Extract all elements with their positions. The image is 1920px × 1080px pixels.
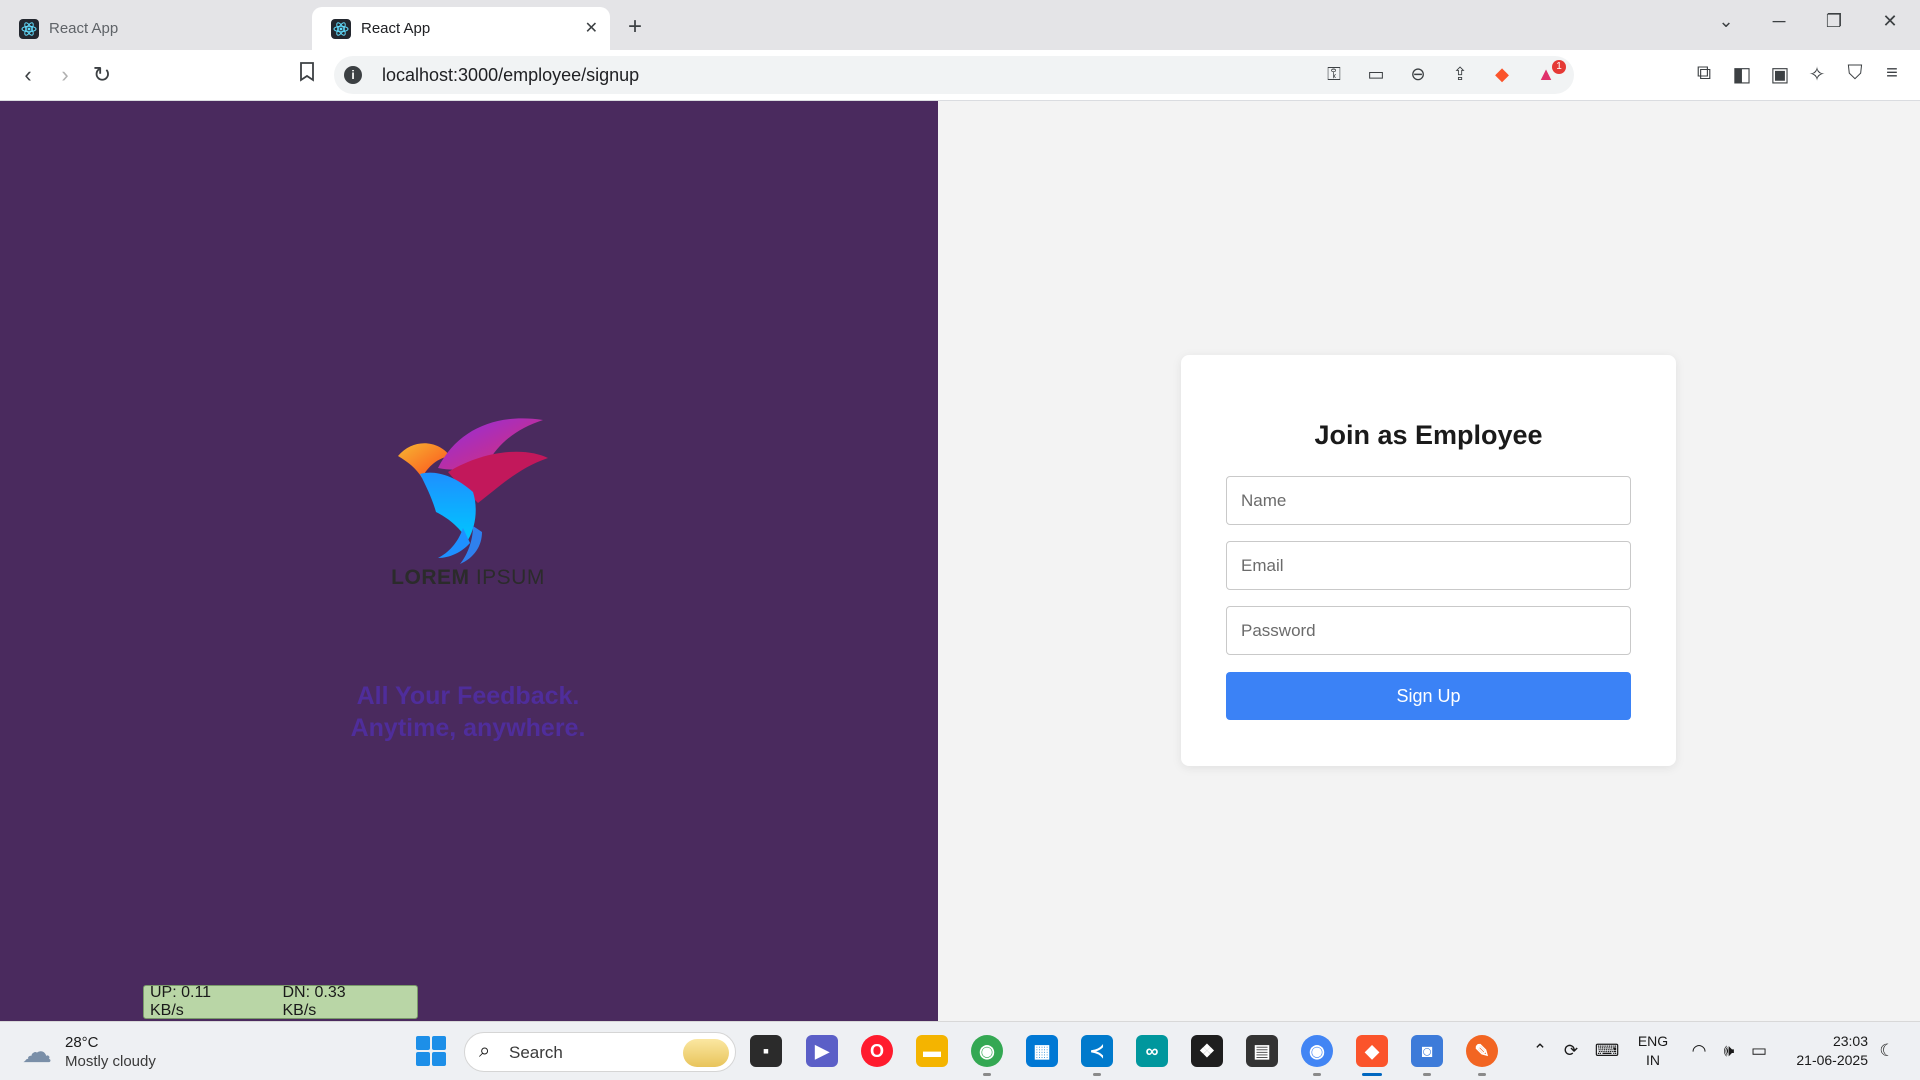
taskbar-search[interactable]: ⌕ Search <box>464 1032 736 1072</box>
name-field[interactable] <box>1226 476 1631 525</box>
download-speed: DN: 0.33 KB/s <box>282 984 346 1019</box>
clock[interactable]: 23:03 21-06-2025 <box>1786 1032 1868 1070</box>
browser-toolbar: ‹ › ↻ i localhost:3000/employee/signup ⚿… <box>0 50 1920 101</box>
tab-title: React App <box>49 20 119 37</box>
signup-heading: Join as Employee <box>1314 420 1543 450</box>
chevron-down-icon[interactable]: ⌄ <box>1712 11 1740 32</box>
tab-title: React App <box>361 20 431 37</box>
restore-icon[interactable]: ❐ <box>1820 11 1848 32</box>
brave-shields-icon[interactable]: ◆ <box>1489 64 1515 85</box>
extensions-icon[interactable]: ⧉ <box>1690 62 1718 85</box>
chrome-profile-icon[interactable]: ◉ <box>1301 1035 1333 1076</box>
react-icon <box>331 18 351 39</box>
brave-icon[interactable]: ◆ <box>1356 1035 1388 1076</box>
microsoft-store-icon[interactable]: ▦ <box>1026 1035 1058 1067</box>
react-icon <box>19 18 39 39</box>
opera-icon[interactable]: O <box>861 1035 893 1067</box>
clock-date: 21-06-2025 <box>1796 1052 1868 1068</box>
share-icon[interactable]: ⇪ <box>1447 64 1473 85</box>
net-speed-widget: UP: 0.11 KB/s DN: 0.33 KB/s <box>143 984 418 1019</box>
tagline: All Your Feedback. Anytime, anywhere. <box>300 680 636 744</box>
keyboard-icon[interactable]: ⌨ <box>1594 1041 1620 1061</box>
language-indicator[interactable]: ENG IN <box>1636 1032 1670 1070</box>
file-explorer-icon[interactable]: ▬ <box>916 1035 948 1067</box>
taskbar: ☁ 28°C Mostly cloudy ⌕ Search ▪ ▶ O ▬ ◉ … <box>0 1021 1920 1080</box>
teams-icon[interactable]: ▶ <box>806 1035 838 1067</box>
wifi-icon[interactable]: ◠ <box>1686 1041 1712 1061</box>
tab-react-app-1[interactable]: React App <box>0 7 310 50</box>
email-field[interactable] <box>1226 541 1631 590</box>
vscode-icon[interactable]: ≺ <box>1081 1035 1113 1076</box>
focus-moon-icon[interactable]: ☾ <box>1874 1041 1900 1061</box>
task-view-icon[interactable]: ▪ <box>750 1035 782 1067</box>
language-line-1: ENG <box>1637 1033 1669 1049</box>
zoom-out-icon[interactable]: ⊖ <box>1405 64 1431 85</box>
install-app-icon[interactable]: ▭ <box>1363 64 1389 85</box>
upload-speed: UP: 0.11 KB/s <box>150 984 212 1019</box>
reload-icon[interactable]: ↻ <box>88 62 116 88</box>
arduino-icon[interactable]: ∞ <box>1136 1035 1168 1067</box>
weather-description[interactable]: Mostly cloudy <box>65 1053 156 1070</box>
notification-badge: 1 <box>1552 60 1566 74</box>
sidebar-icon[interactable]: ◧ <box>1728 62 1756 87</box>
signup-card: Join as Employee Sign Up <box>1181 355 1676 766</box>
volume-icon[interactable]: 🕪 <box>1716 1041 1742 1061</box>
menu-icon[interactable]: ≡ <box>1878 62 1906 85</box>
close-window-icon[interactable]: ✕ <box>1876 11 1904 32</box>
tagline-line-2: Anytime, anywhere. <box>350 714 586 742</box>
postman-icon[interactable]: ✎ <box>1466 1035 1498 1076</box>
back-icon[interactable]: ‹ <box>14 62 42 88</box>
minimize-icon[interactable]: ─ <box>1765 11 1793 32</box>
vpn-icon[interactable]: ⛉ <box>1841 62 1869 85</box>
password-field[interactable] <box>1226 606 1631 655</box>
clock-time: 23:03 <box>1832 1033 1868 1049</box>
forward-icon[interactable]: › <box>51 62 79 88</box>
bookmark-icon[interactable] <box>293 62 321 88</box>
winrar-icon[interactable]: ▤ <box>1246 1035 1278 1067</box>
windows-start-icon[interactable] <box>416 1036 446 1066</box>
search-label: Search <box>509 1043 563 1062</box>
key-icon[interactable]: ⚿ <box>1321 64 1347 85</box>
info-icon[interactable]: i <box>344 66 362 84</box>
url-text[interactable]: localhost:3000/employee/signup <box>382 65 639 86</box>
signup-button[interactable]: Sign Up <box>1226 672 1631 720</box>
sync-icon[interactable]: ⟳ <box>1558 1041 1584 1061</box>
logo-wordmark: LOREM IPSUM <box>378 566 558 590</box>
wallet-icon[interactable]: ▣ <box>1766 62 1794 87</box>
chrome-icon[interactable]: ◉ <box>971 1035 1003 1076</box>
leo-ai-icon[interactable]: ✧ <box>1803 62 1831 87</box>
address-bar[interactable]: i localhost:3000/employee/signup ⚿ ▭ ⊖ ⇪… <box>334 56 1574 94</box>
tab-react-app-2[interactable]: React App ✕ <box>312 7 610 50</box>
screen-recorder-icon[interactable]: ◙ <box>1411 1035 1443 1076</box>
cloudy-weather-icon[interactable]: ☁ <box>22 1035 52 1070</box>
figma-icon[interactable]: ❖ <box>1191 1035 1223 1067</box>
chevron-up-icon[interactable]: ⌃ <box>1527 1041 1553 1061</box>
language-line-2: IN <box>1646 1052 1660 1068</box>
logo-word-lorem: LOREM <box>391 566 470 589</box>
weather-temperature[interactable]: 28°C <box>65 1034 99 1051</box>
logo-word-ipsum: IPSUM <box>475 566 545 589</box>
browser-tab-strip: React App React App ✕ + ⌄ ─ ❐ ✕ <box>0 0 1920 50</box>
search-highlight-icon <box>683 1039 729 1067</box>
search-icon: ⌕ <box>479 1040 491 1062</box>
close-icon[interactable]: ✕ <box>585 18 598 38</box>
tagline-line-1: All Your Feedback. <box>356 682 580 710</box>
battery-icon[interactable]: ▭ <box>1746 1041 1772 1061</box>
plus-icon[interactable]: + <box>628 13 642 41</box>
